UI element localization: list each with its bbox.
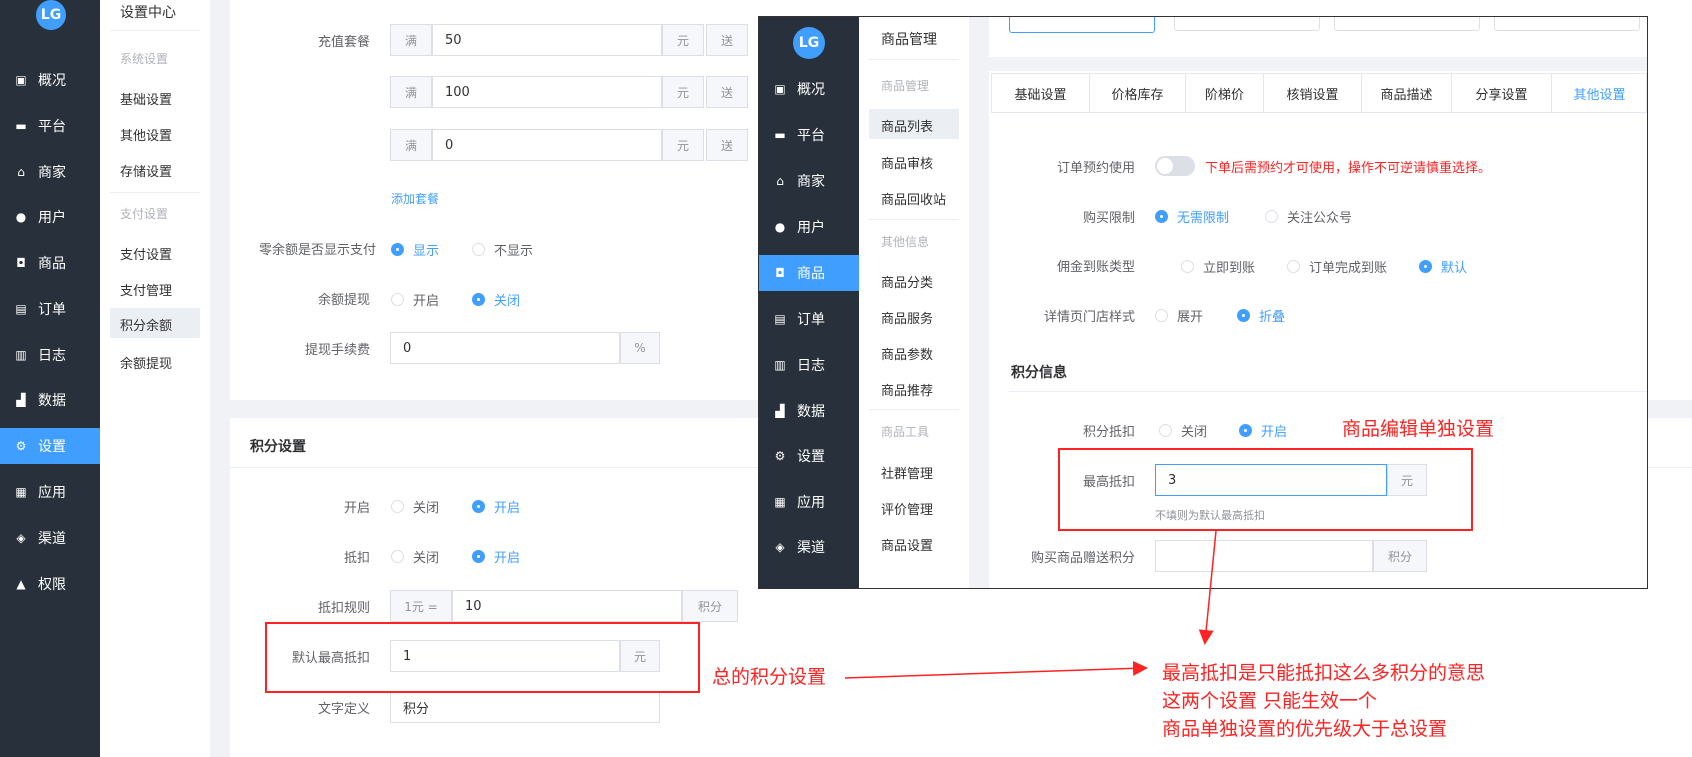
arrow-total-to-explain: [844, 660, 1148, 679]
annotation-arrows: [844, 530, 1217, 679]
arrow-overlay-to-explain: [1198, 530, 1217, 645]
